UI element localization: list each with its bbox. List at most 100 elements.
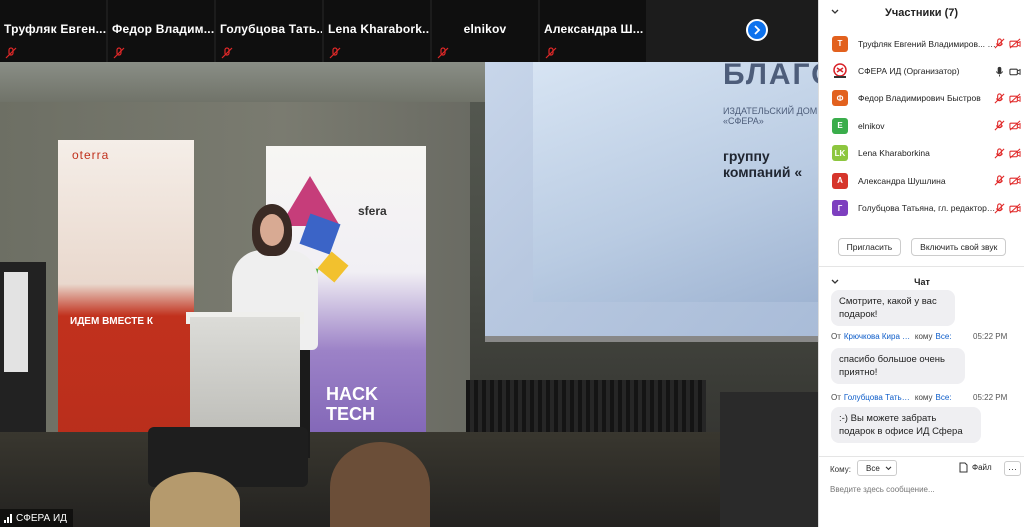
- from-prefix: От: [831, 332, 841, 341]
- participant-row[interactable]: E elnikov: [819, 112, 1024, 139]
- banner-shape: [317, 251, 349, 283]
- video-off-icon[interactable]: [1009, 120, 1021, 131]
- tile-name: Труфляк Евген...: [4, 22, 106, 36]
- from-prefix: От: [831, 393, 841, 402]
- screen-bar: [485, 336, 818, 342]
- compose-divider: [819, 456, 1024, 457]
- participants-header[interactable]: Участники (7): [819, 0, 1024, 26]
- chat-message-input[interactable]: [830, 482, 1016, 496]
- audience-head: [330, 442, 430, 527]
- podium: [190, 317, 300, 437]
- chat-bubble: :-) Вы можете забрать подарок в офисе ИД…: [831, 407, 981, 443]
- participant-row[interactable]: Ф Федор Владимирович Быстров: [819, 85, 1024, 112]
- avatar: E: [832, 117, 848, 134]
- invite-button[interactable]: Пригласить: [837, 238, 902, 256]
- chat-meta: От Голубцова Татьяна, гл. ... кому Все: …: [831, 393, 1007, 402]
- mic-muted-icon[interactable]: [994, 202, 1005, 214]
- video-off-icon[interactable]: [1009, 175, 1021, 186]
- chat-bubble: спасибо большое очень приятно!: [831, 348, 965, 384]
- chat-title: Чат: [914, 277, 930, 287]
- chat-meta: От Крючкова Кира Викто... кому Все: 05:2…: [831, 332, 1007, 341]
- next-page-button[interactable]: [746, 19, 768, 41]
- chevron-down-icon[interactable]: [831, 279, 839, 285]
- mic-muted-icon[interactable]: [994, 175, 1005, 186]
- video-tile[interactable]: Федор Владим...: [108, 0, 216, 62]
- video-tile[interactable]: Труфляк Евген...: [0, 0, 108, 62]
- mic-muted-icon: [5, 47, 17, 59]
- more-options-button[interactable]: ···: [1004, 461, 1021, 476]
- tile-name: elnikov: [463, 22, 507, 36]
- chat-bubble: Смотрите, какой у вас подарок!: [831, 290, 955, 326]
- projection-screen: БЛАГОД ИЗДАТЕЛЬСКИЙ ДОМ «СФЕРА» группу к…: [485, 62, 818, 342]
- mic-muted-icon[interactable]: [994, 93, 1005, 104]
- avatar-logo: [832, 63, 848, 80]
- avatar: LK: [832, 145, 848, 162]
- video-on-icon[interactable]: [1009, 66, 1021, 77]
- participant-name: elnikov: [858, 120, 885, 131]
- participant-row[interactable]: LK Lena Kharaborkina: [819, 140, 1024, 167]
- mic-muted-icon[interactable]: [994, 120, 1005, 131]
- participant-row[interactable]: СФЕРА ИД (Организатор): [819, 57, 1024, 84]
- participant-name: Федор Владимирович Быстров: [858, 93, 981, 104]
- mic-muted-icon: [437, 47, 449, 59]
- video-tile[interactable]: Lena Kharabork...: [324, 0, 432, 62]
- video-off-icon[interactable]: [1009, 203, 1021, 214]
- speaker-name: СФЕРА ИД: [16, 512, 67, 524]
- banner-left: oterra ИДЕМ ВМЕСТЕ К: [58, 140, 194, 460]
- sender-name[interactable]: Голубцова Татьяна, гл. ...: [844, 393, 912, 402]
- video-area: Труфляк Евген... Федор Владим... Голубцо…: [0, 0, 818, 527]
- participant-row[interactable]: А Александра Шушлина: [819, 167, 1024, 194]
- message-time: 05:22 PM: [973, 393, 1008, 402]
- slide-heading: группу компаний «: [723, 148, 803, 180]
- to-prefix: кому: [914, 393, 933, 402]
- mic-muted-icon[interactable]: [994, 38, 1005, 49]
- avatar: А: [832, 172, 848, 189]
- audience-person-shirt: [4, 272, 28, 372]
- participant-row[interactable]: Г Голубцова Татьяна, гл. редактор ...: [819, 194, 1024, 221]
- recipient-name: Все:: [935, 393, 952, 402]
- participant-name: Труфляк Евгений Владимиров... (Я): [858, 38, 996, 49]
- zoom-window: Труфляк Евген... Федор Владим... Голубцо…: [0, 0, 1024, 527]
- sender-name[interactable]: Крючкова Кира Викто...: [844, 332, 912, 341]
- video-off-icon[interactable]: [1009, 38, 1021, 49]
- slide-publisher: ИЗДАТЕЛЬСКИЙ ДОМ «СФЕРА»: [723, 106, 818, 126]
- video-tile[interactable]: Голубцова Тать...: [216, 0, 324, 62]
- to-label: Кому:: [830, 465, 851, 474]
- chat-header[interactable]: Чат: [819, 272, 1024, 292]
- mic-muted-icon[interactable]: [994, 148, 1005, 159]
- file-button[interactable]: Файл: [959, 462, 992, 473]
- participant-actions: Пригласить Включить свой звук: [819, 238, 1024, 256]
- mic-muted-icon: [113, 47, 125, 59]
- video-off-icon[interactable]: [1009, 148, 1021, 159]
- banner-left-logo: oterra: [72, 148, 110, 162]
- recipient-select[interactable]: Все: [857, 460, 897, 476]
- file-icon: [959, 462, 968, 473]
- signal-bars-icon: [4, 513, 12, 523]
- video-off-icon[interactable]: [1009, 93, 1021, 104]
- participant-name: Александра Шушлина: [858, 175, 946, 186]
- participant-name: СФЕРА ИД (Организатор): [858, 66, 960, 77]
- mic-muted-icon: [221, 47, 233, 59]
- recipient-name: Все:: [935, 332, 952, 341]
- file-label: Файл: [972, 463, 992, 472]
- audience-head: [150, 472, 240, 527]
- active-speaker-video: БЛАГОД ИЗДАТЕЛЬСКИЙ ДОМ «СФЕРА» группу к…: [0, 62, 818, 527]
- banner-left-text: ИДЕМ ВМЕСТЕ К: [70, 316, 153, 327]
- mic-muted-icon: [545, 47, 557, 59]
- participant-row[interactable]: Т Труфляк Евгений Владимиров... (Я): [819, 30, 1024, 57]
- tile-name: Голубцова Тать...: [220, 22, 322, 36]
- chevron-down-icon[interactable]: [831, 9, 839, 15]
- video-tile[interactable]: elnikov: [432, 0, 540, 62]
- recipient-value: Все: [866, 463, 880, 473]
- mic-muted-icon: [329, 47, 341, 59]
- video-tile[interactable]: Александра Ш...: [540, 0, 648, 62]
- mic-on-icon[interactable]: [994, 66, 1005, 77]
- participant-icons: [994, 202, 1021, 214]
- chevron-right-icon: [754, 25, 761, 35]
- sfera-logo-icon: [833, 63, 847, 79]
- speaker-face: [260, 214, 284, 246]
- unmute-self-button[interactable]: Включить свой звук: [911, 238, 1007, 256]
- participants-title: Участники (7): [884, 7, 959, 19]
- slide-title: БЛАГОД: [723, 62, 818, 91]
- participants-list: Т Труфляк Евгений Владимиров... (Я) СФЕР…: [819, 30, 1024, 222]
